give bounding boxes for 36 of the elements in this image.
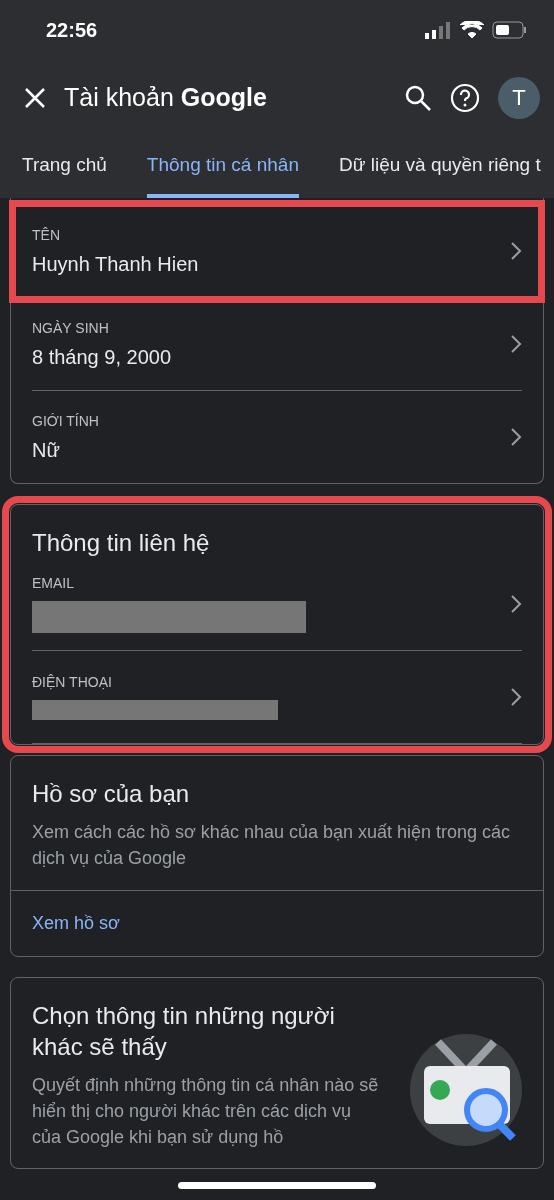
search-button[interactable] bbox=[404, 83, 432, 112]
card-description: Quyết định những thông tin cá nhân nào sẽ hiển thị cho người khác trên các dịch vụ của Google khi bạn sử dụng hồ bbox=[32, 1073, 380, 1150]
tab[interactable]: Trang chủ bbox=[22, 135, 107, 198]
help-button[interactable] bbox=[450, 82, 480, 113]
avatar[interactable]: T bbox=[498, 76, 540, 119]
chevron-right-icon[interactable] bbox=[510, 241, 522, 261]
info-row[interactable]: NGÀY SINH 8 tháng 9, 2000 bbox=[32, 298, 522, 391]
info-row[interactable]: TÊN Huynh Thanh Hien bbox=[14, 205, 540, 298]
card-description: Xem cách các hồ sơ khác nhau của bạn xuất hiện trong các dịch vụ của Google bbox=[32, 821, 512, 871]
field-label: GIỚI TÍNH bbox=[32, 412, 99, 429]
card-title: Hồ sơ của bạn bbox=[32, 779, 191, 810]
card-title: Thông tin liên hệ bbox=[32, 528, 211, 558]
field-label: EMAIL bbox=[32, 575, 75, 592]
close-button[interactable] bbox=[24, 86, 46, 109]
field-value: 8 tháng 9, 2000 bbox=[32, 345, 171, 369]
tab[interactable]: Thông tin cá nhân bbox=[146, 135, 299, 198]
chevron-right-icon[interactable] bbox=[510, 687, 522, 708]
chevron-right-icon[interactable] bbox=[510, 427, 522, 447]
status-time: 22:56 bbox=[46, 18, 98, 42]
info-row[interactable]: GIỚI TÍNH Nữ bbox=[32, 391, 522, 483]
field-label: NGÀY SINH bbox=[32, 319, 110, 336]
app-title: Tài khoản Google bbox=[64, 83, 268, 112]
field-value: Huynh Thanh Hien bbox=[32, 252, 199, 276]
view-profile-link[interactable]: Xem hồ sơ bbox=[11, 889, 543, 956]
battery-icon bbox=[492, 21, 528, 39]
info-row[interactable]: ĐIỆN THOẠI bbox=[32, 651, 522, 745]
chevron-right-icon[interactable] bbox=[510, 594, 522, 615]
field-value: Nữ bbox=[32, 438, 61, 462]
card-title: Chọn thông tin những người khác sẽ thấy bbox=[32, 1000, 336, 1062]
wifi-icon bbox=[460, 21, 484, 39]
field-label: ĐIỆN THOẠI bbox=[32, 674, 113, 691]
chevron-right-icon[interactable] bbox=[510, 334, 522, 354]
info-row[interactable]: EMAIL bbox=[32, 558, 522, 652]
field-label: TÊN bbox=[32, 226, 61, 243]
signal-icon bbox=[424, 21, 452, 39]
tab[interactable]: Dữ liệu và quyền riêng t bbox=[338, 135, 541, 198]
